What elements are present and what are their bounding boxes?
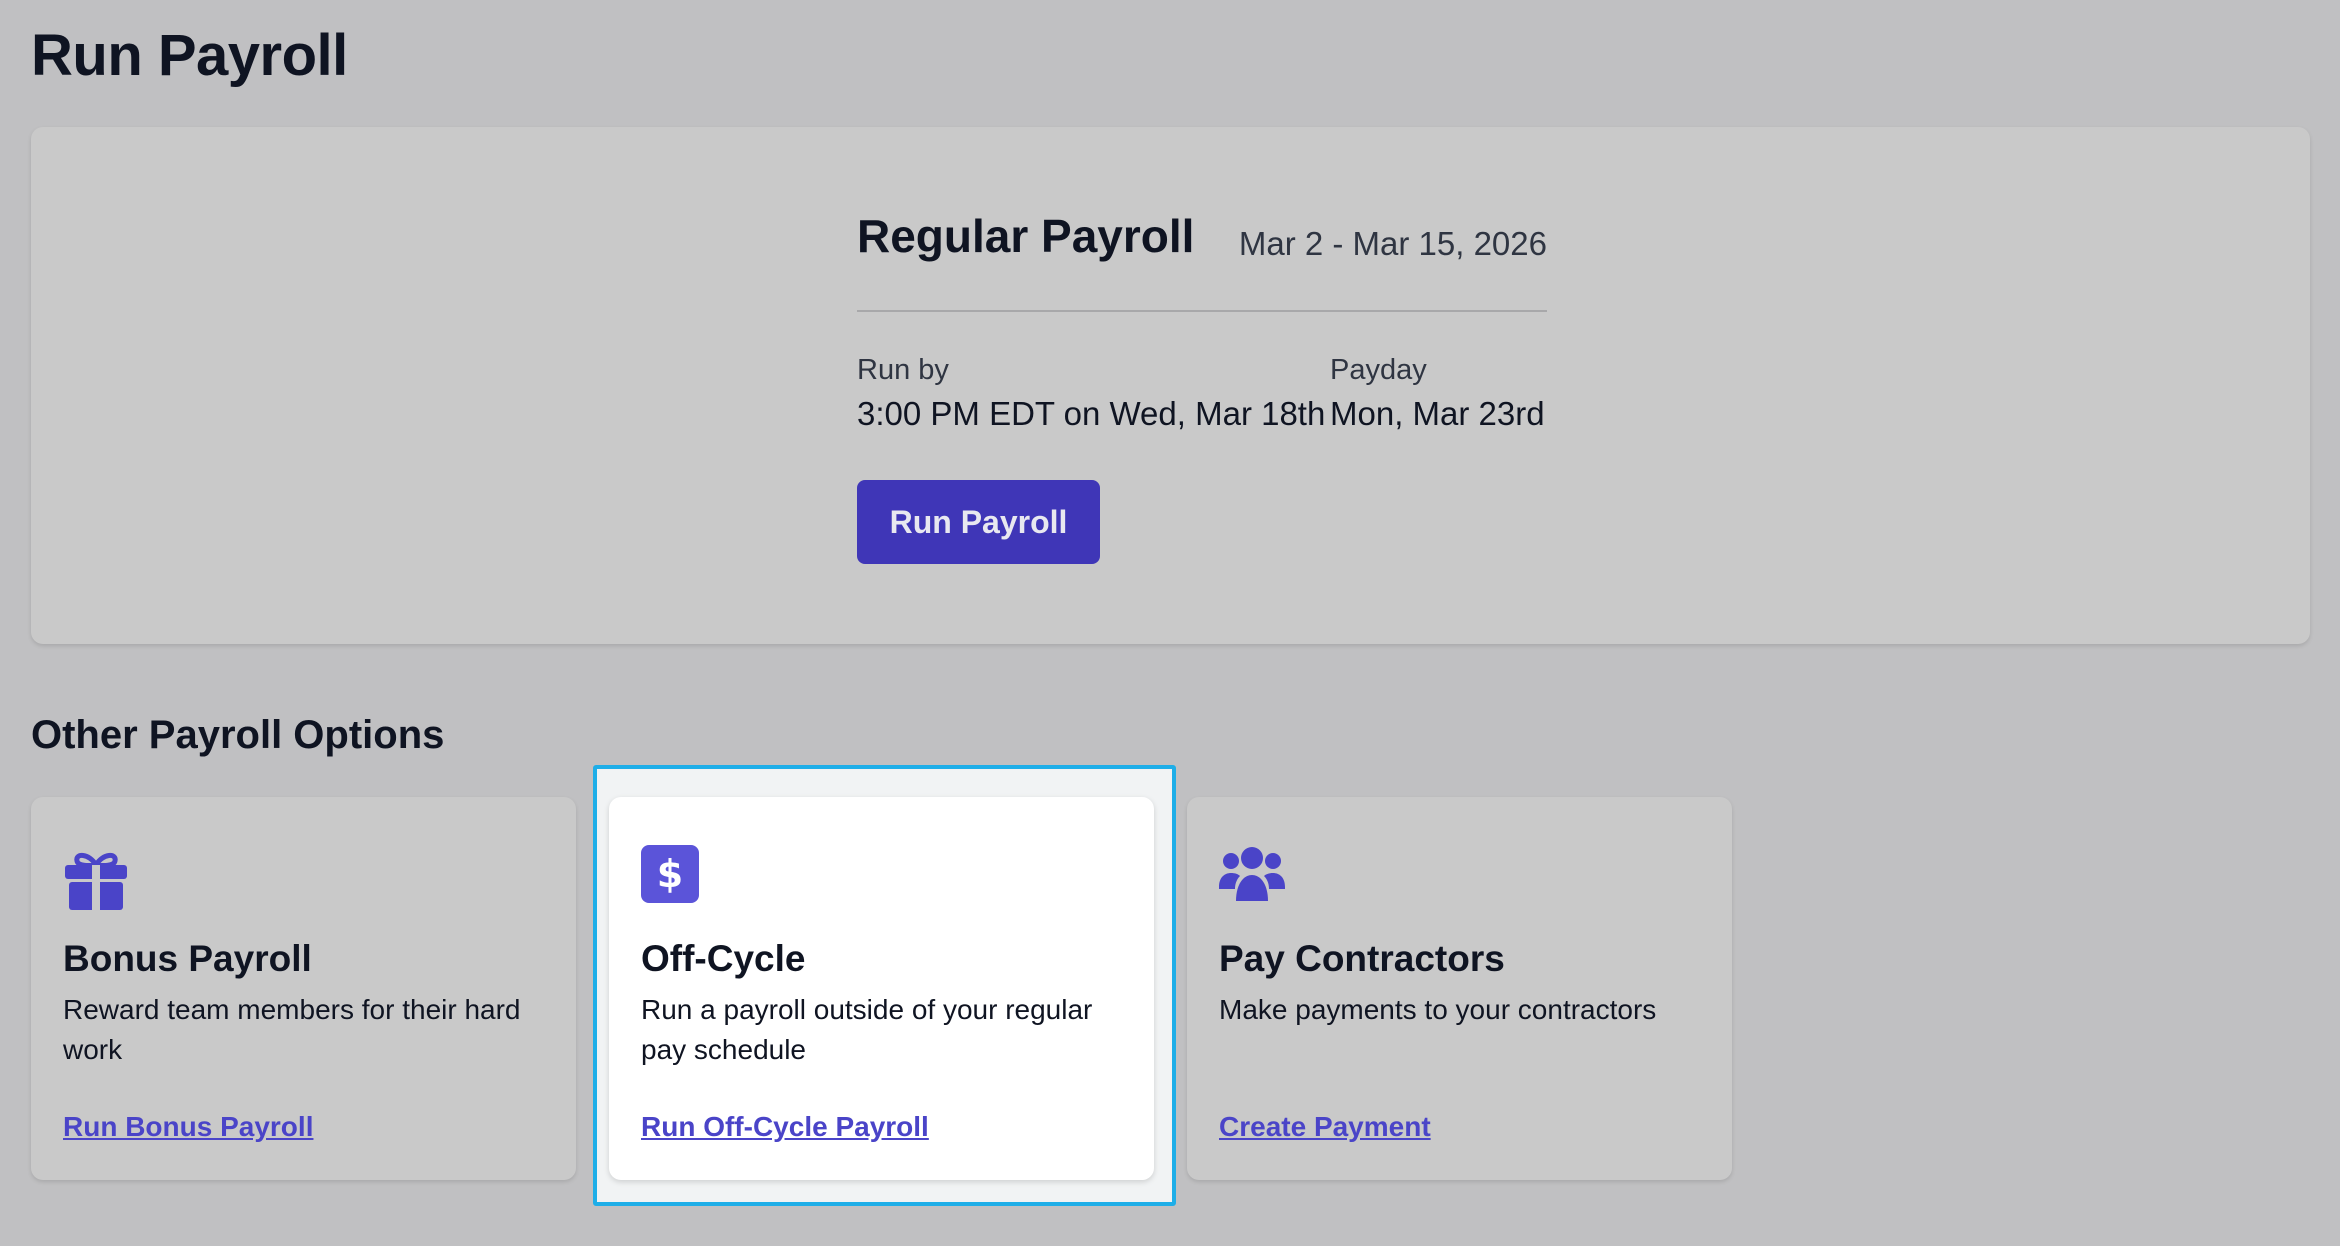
page-title: Run Payroll <box>31 23 348 88</box>
create-payment-link[interactable]: Create Payment <box>1219 1111 1431 1143</box>
other-options-title: Other Payroll Options <box>31 713 445 757</box>
gift-icon <box>63 845 129 911</box>
run-by-value: 3:00 PM EDT on Wed, Mar 18th <box>857 395 1326 432</box>
payday-value: Mon, Mar 23rd <box>1330 395 1545 432</box>
run-bonus-payroll-link[interactable]: Run Bonus Payroll <box>63 1111 313 1143</box>
card-description: Reward team members for their hard work <box>63 994 521 1065</box>
payday-label: Payday <box>1330 354 1427 386</box>
run-off-cycle-payroll-link[interactable]: Run Off-Cycle Payroll <box>641 1111 929 1143</box>
regular-payroll-card: Regular Payroll Mar 2 - Mar 15, 2026 Run… <box>31 127 2310 644</box>
pay-contractors-card[interactable]: Pay Contractors Make payments to your co… <box>1187 797 1732 1180</box>
run-by-label: Run by <box>857 354 949 386</box>
users-icon <box>1219 845 1285 911</box>
card-description: Make payments to your contractors <box>1219 994 1657 1025</box>
svg-text:$: $ <box>657 852 683 896</box>
dollar-icon: $ <box>641 845 707 911</box>
off-cycle-card[interactable]: $ Off-Cycle Run a payroll outside of you… <box>609 797 1154 1180</box>
regular-payroll-title: Regular Payroll <box>857 210 1195 262</box>
run-payroll-button[interactable]: Run Payroll <box>857 480 1100 564</box>
card-title: Off-Cycle <box>641 938 806 979</box>
pay-period-dates: Mar 2 - Mar 15, 2026 <box>1238 225 1547 262</box>
divider <box>857 310 1547 312</box>
regular-payroll-content: Regular Payroll Mar 2 - Mar 15, 2026 Run… <box>857 127 1547 644</box>
card-title: Bonus Payroll <box>63 938 312 979</box>
bonus-payroll-card[interactable]: Bonus Payroll Reward team members for th… <box>31 797 576 1180</box>
card-title: Pay Contractors <box>1219 938 1505 979</box>
card-description: Run a payroll outside of your regular pa… <box>641 994 1093 1065</box>
